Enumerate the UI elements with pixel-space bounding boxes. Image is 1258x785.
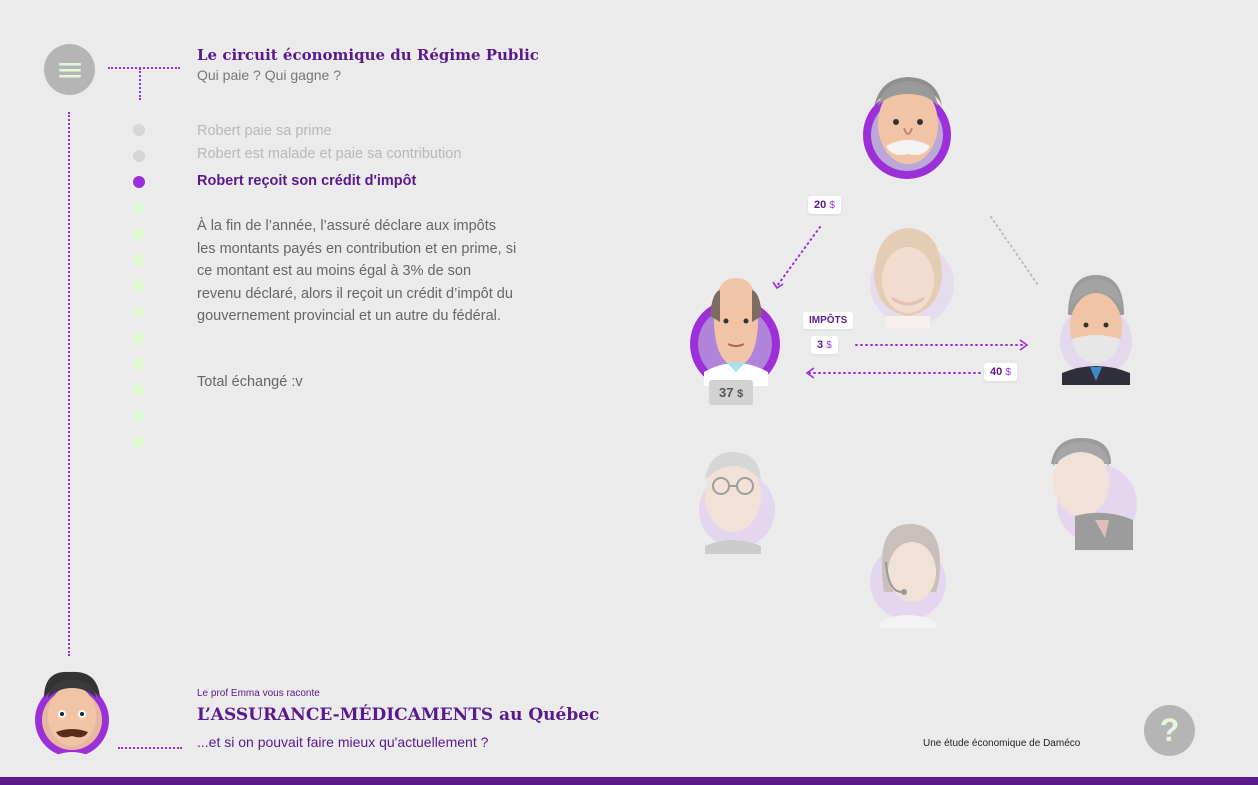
timeline-line <box>68 112 70 656</box>
step-dot-3[interactable] <box>133 176 145 188</box>
flow-tag-40: 40 $ <box>984 363 1017 381</box>
step-dot-4[interactable] <box>133 202 145 214</box>
robert-balance-currency: $ <box>737 388 744 400</box>
credit-text[interactable]: Une étude économique de Daméco <box>923 738 1080 749</box>
avatar-elder[interactable] <box>862 72 954 182</box>
step-dot-11[interactable] <box>133 384 145 396</box>
total-exchanged: Total échangé :v <box>197 374 303 390</box>
footer-connector <box>118 747 182 749</box>
hamburger-icon <box>58 62 81 78</box>
avatar-robert[interactable] <box>690 276 782 386</box>
flow-20-currency: $ <box>829 200 835 211</box>
page-subtitle: Qui paie ? Qui gagne ? <box>197 67 341 83</box>
step-label-3[interactable]: Robert reçoit son crédit d'impôt <box>197 173 416 189</box>
header-connector <box>108 67 180 69</box>
page-title: Le circuit économique du Régime Public <box>197 46 539 64</box>
step-dot-7[interactable] <box>133 280 145 292</box>
step-description: À la fin de l’année, l’assuré déclare au… <box>197 218 517 325</box>
flow-40-amount: 40 <box>990 366 1003 378</box>
presenter-label: Le prof Emma vous raconte <box>197 688 320 699</box>
bottom-bar <box>0 777 1258 785</box>
step-dot-13[interactable] <box>133 436 145 448</box>
question-icon: ? <box>1159 712 1180 748</box>
robert-balance-badge: 37 $ <box>709 380 754 405</box>
step-dot-2[interactable] <box>133 150 145 162</box>
step-dot-1[interactable] <box>133 124 145 136</box>
header-connector-down <box>139 68 141 100</box>
site-title[interactable]: L’ASSURANCE-MÉDICAMENTS au Québec <box>197 705 599 725</box>
flow-line-20 <box>776 226 821 287</box>
avatar-emma[interactable] <box>34 670 112 766</box>
step-dot-8[interactable] <box>133 306 145 318</box>
flow-tag-20: 20 $ <box>808 196 841 214</box>
robert-balance-amount: 37 <box>719 385 734 400</box>
flow-tag-impots: IMPÔTS <box>803 312 854 329</box>
step-dot-5[interactable] <box>133 228 145 240</box>
step-dot-10[interactable] <box>133 358 145 370</box>
flow-3-currency: $ <box>826 340 832 351</box>
avatar-glasses-faded[interactable] <box>697 450 775 554</box>
site-tagline: ...et si on pouvait faire mieux qu'actue… <box>197 734 489 750</box>
flow-line-faded <box>990 216 1039 286</box>
step-label-1[interactable]: Robert paie sa prime <box>197 123 332 139</box>
step-dot-9[interactable] <box>133 332 145 344</box>
help-button[interactable]: ? <box>1144 705 1195 756</box>
flow-3-amount: 3 <box>817 339 824 351</box>
avatar-suit-faded[interactable] <box>1045 438 1137 550</box>
flow-20-amount: 20 <box>814 199 827 211</box>
avatar-headset-faded[interactable] <box>870 522 948 628</box>
menu-button[interactable] <box>44 44 95 95</box>
step-dot-6[interactable] <box>133 254 145 266</box>
flow-tag-3: 3 $ <box>811 336 838 354</box>
flow-40-currency: $ <box>1005 367 1011 378</box>
step-label-2[interactable]: Robert est malade et paie sa contributio… <box>197 146 461 162</box>
avatar-woman-faded[interactable] <box>862 222 954 330</box>
avatar-executive[interactable] <box>1058 273 1134 385</box>
step-dot-12[interactable] <box>133 410 145 422</box>
